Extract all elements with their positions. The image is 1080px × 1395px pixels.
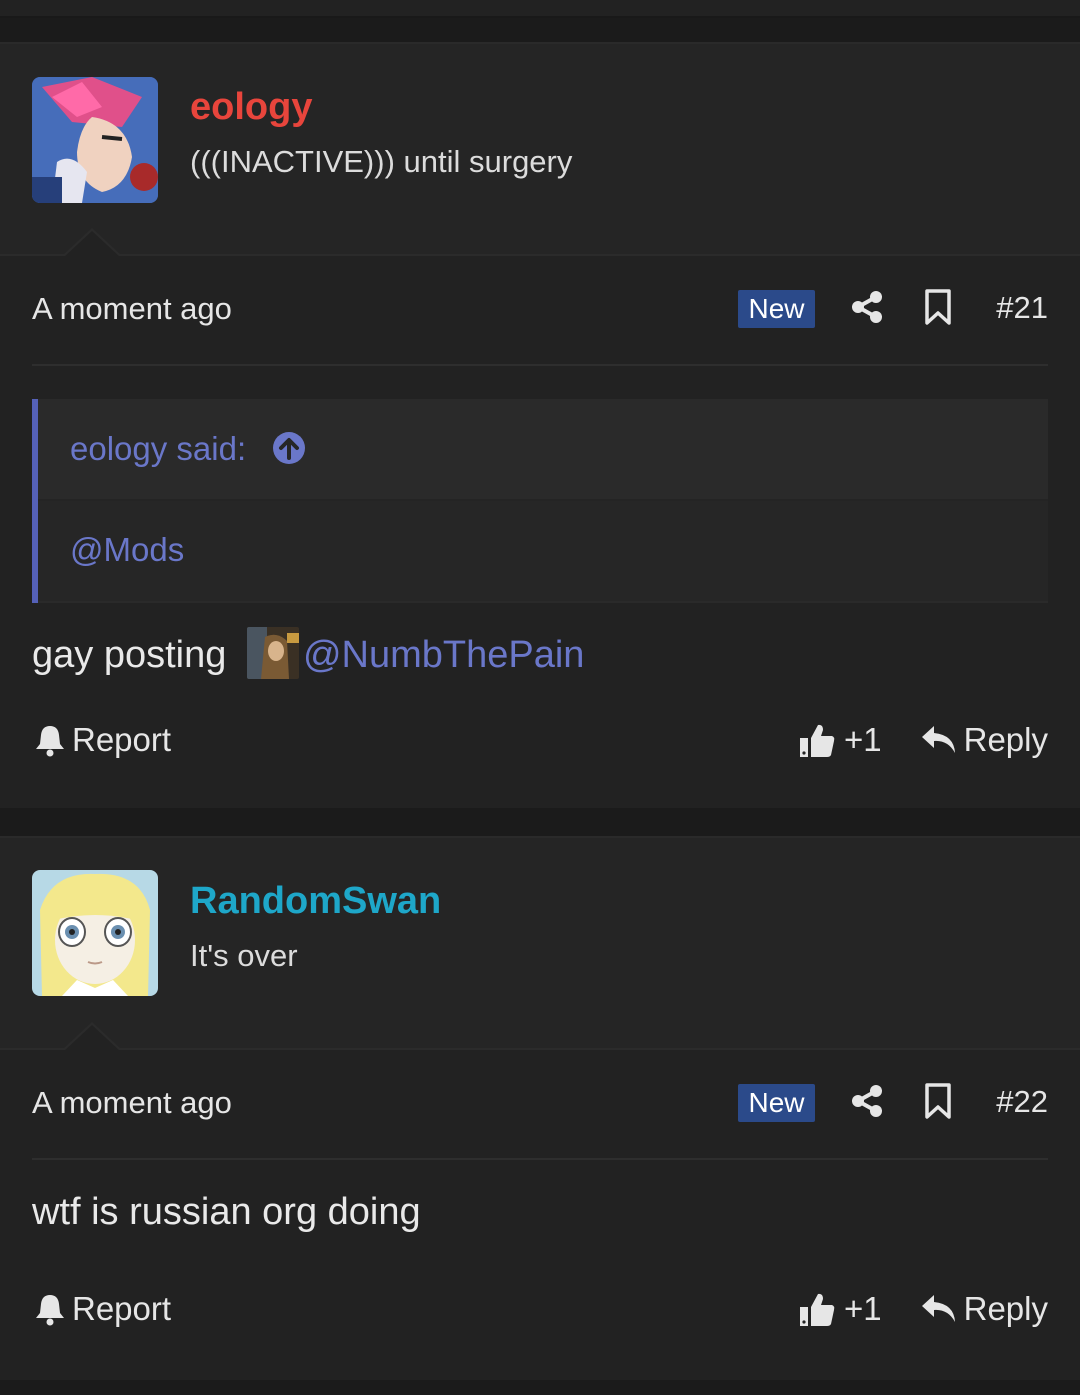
user-title: (((INACTIVE))) until surgery [190,144,573,179]
mention-link[interactable]: @NumbThePain [303,634,584,676]
bell-icon [36,1295,64,1326]
post-text: wtf is russian org doing [32,1191,421,1233]
username[interactable]: RandomSwan [190,880,441,923]
post-actions: Report +1 Reply [32,721,1048,771]
avatar[interactable] [32,77,158,203]
post-body: gay posting @NumbThePain [32,627,584,679]
post-22: RandomSwan It's over A moment ago New #2… [0,836,1080,1382]
quote-text[interactable]: @Mods [70,531,184,569]
reply-button[interactable]: Reply [920,721,1048,759]
reply-icon [921,1295,955,1322]
share-icon[interactable] [850,290,884,324]
like-button[interactable]: +1 [798,721,882,759]
report-button[interactable]: Report [32,721,171,759]
reply-label: Reply [963,721,1048,758]
user-block: eology (((INACTIVE))) until surgery [0,44,1080,257]
user-block: RandomSwan It's over [0,838,1080,1051]
reply-icon [921,726,955,753]
post-text: gay posting [32,634,227,676]
bell-icon [36,726,64,757]
top-strip [0,0,1080,18]
bookmark-icon[interactable] [924,1083,952,1119]
post-time[interactable]: A moment ago [32,1085,232,1121]
report-label: Report [72,721,172,758]
thumbs-up-icon [800,1293,835,1326]
share-icon[interactable] [850,1084,884,1118]
avatar[interactable] [32,870,158,996]
post-number[interactable]: #22 [996,1084,1048,1120]
arrow-up-circle-icon[interactable] [272,431,306,465]
user-title: It's over [190,938,298,973]
post-meta: A moment ago New #22 [32,1050,1048,1160]
like-count: +1 [844,1290,882,1327]
reply-label: Reply [963,1290,1048,1327]
new-badge: New [738,290,815,328]
reply-button[interactable]: Reply [920,1290,1048,1328]
arrow-notch [62,1022,122,1051]
new-badge: New [738,1084,815,1122]
post-actions: Report +1 Reply [32,1290,1048,1340]
bookmark-icon[interactable] [924,289,952,325]
like-button[interactable]: +1 [798,1290,882,1328]
username[interactable]: eology [190,86,312,129]
quote-block: eology said: @Mods [32,399,1048,603]
quote-body: @Mods [38,501,1048,601]
post-gap [0,808,1080,836]
like-count: +1 [844,721,882,758]
post-number[interactable]: #21 [996,290,1048,326]
report-button[interactable]: Report [32,1290,171,1328]
post-body: wtf is russian org doing [32,1191,421,1234]
quote-author[interactable]: eology said: [70,430,246,468]
post-gap [0,18,1080,44]
report-label: Report [72,1290,172,1327]
quote-header: eology said: [38,399,1048,501]
post-meta: A moment ago New #21 [32,256,1048,366]
thumbs-up-icon [800,724,835,757]
inline-avatar-image[interactable] [246,627,299,679]
post-time[interactable]: A moment ago [32,291,232,327]
arrow-notch [62,228,122,257]
post-gap [0,1380,1080,1395]
post-21: eology (((INACTIVE))) until surgery A mo… [0,42,1080,810]
